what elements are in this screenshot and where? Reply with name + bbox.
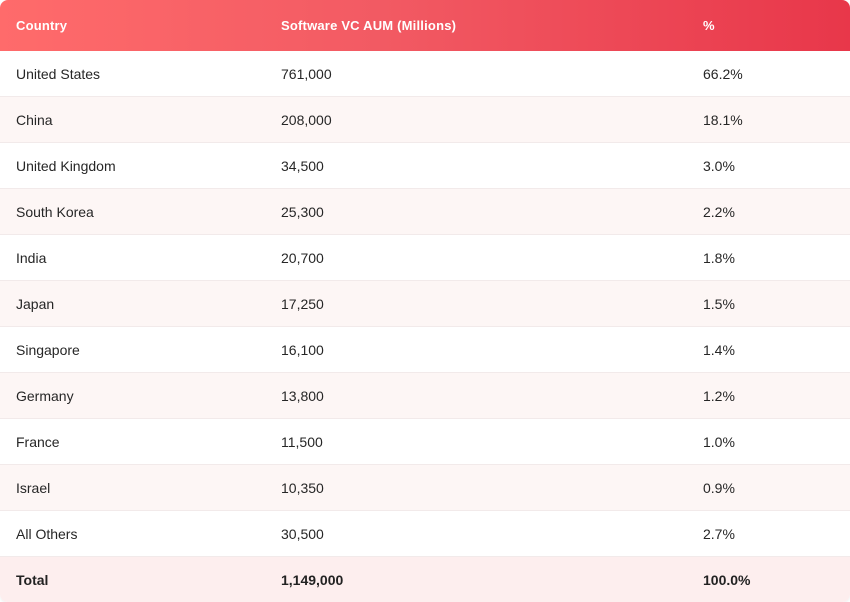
cell-aum: 10,350 (281, 479, 324, 496)
table-row: United Kingdom 34,500 3.0% (0, 143, 850, 189)
table-row: Japan 17,250 1.5% (0, 281, 850, 327)
cell-country: France (16, 433, 60, 450)
cell-percent: 1.5% (703, 295, 735, 312)
cell-aum: 20,700 (281, 249, 324, 266)
vc-aum-table: Country Software VC AUM (Millions) % Uni… (0, 0, 850, 602)
cell-country: India (16, 249, 47, 266)
cell-aum: 30,500 (281, 525, 324, 542)
table-row: India 20,700 1.8% (0, 235, 850, 281)
cell-percent: 0.9% (703, 479, 735, 496)
table-row: China 208,000 18.1% (0, 97, 850, 143)
cell-country: South Korea (16, 203, 94, 220)
cell-percent: 66.2% (703, 65, 743, 82)
total-percent: 100.0% (703, 572, 751, 588)
cell-country: United States (16, 65, 101, 82)
cell-aum: 34,500 (281, 157, 324, 174)
cell-country: China (16, 111, 53, 128)
cell-aum: 16,100 (281, 341, 324, 358)
cell-country: Japan (16, 295, 55, 312)
cell-country: Germany (16, 387, 74, 404)
cell-percent: 2.2% (703, 203, 735, 220)
total-aum: 1,149,000 (281, 572, 344, 588)
table-body: United States 761,000 66.2% China 208,000 18.… (0, 51, 850, 557)
table-row: France 11,500 1.0% (0, 419, 850, 465)
cell-country: Israel (16, 479, 51, 496)
cell-percent: 1.4% (703, 341, 735, 358)
cell-country: Singapore (16, 341, 80, 358)
cell-percent: 1.0% (703, 433, 735, 450)
table-row: Israel 10,350 0.9% (0, 465, 850, 511)
cell-country: United Kingdom (16, 157, 116, 174)
header-aum: Software VC AUM (Millions) (281, 18, 457, 33)
cell-percent: 1.8% (703, 249, 735, 266)
cell-aum: 11,500 (281, 433, 323, 450)
cell-percent: 18.1% (703, 111, 743, 128)
cell-aum: 25,300 (281, 203, 324, 220)
table-row: South Korea 25,300 2.2% (0, 189, 850, 235)
table-total-row: Total 1,149,000 100.0% (0, 557, 850, 602)
table-row: Singapore 16,100 1.4% (0, 327, 850, 373)
table-row: All Others 30,500 2.7% (0, 511, 850, 557)
cell-aum: 17,250 (281, 295, 324, 312)
cell-aum: 761,000 (281, 65, 332, 82)
header-percent: % (703, 18, 715, 33)
total-label: Total (16, 572, 49, 588)
table-row: United States 761,000 66.2% (0, 51, 850, 97)
cell-percent: 1.2% (703, 387, 735, 404)
cell-aum: 208,000 (281, 111, 332, 128)
cell-percent: 2.7% (703, 525, 735, 542)
cell-percent: 3.0% (703, 157, 735, 174)
table-row: Germany 13,800 1.2% (0, 373, 850, 419)
header-country: Country (16, 18, 68, 33)
table-header-row: Country Software VC AUM (Millions) % (0, 0, 850, 51)
cell-aum: 13,800 (281, 387, 324, 404)
cell-country: All Others (16, 525, 78, 542)
